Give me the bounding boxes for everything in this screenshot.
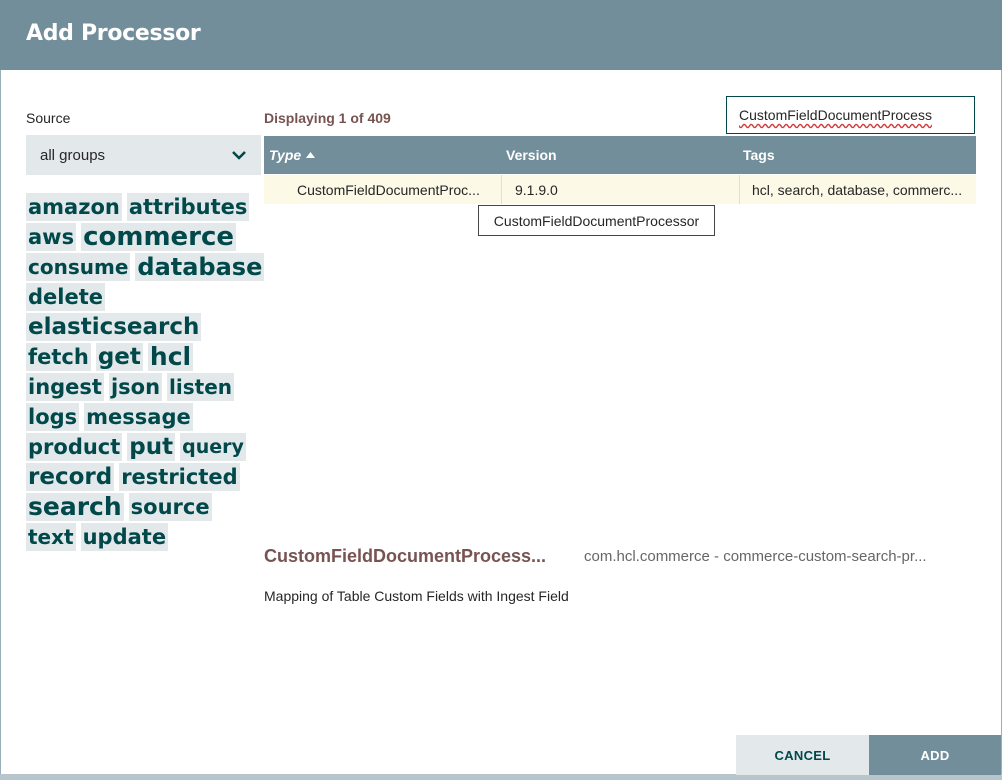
selected-processor-name: CustomFieldDocumentProcess... xyxy=(264,546,547,566)
processor-filter-input[interactable]: CustomFieldDocumentProcess xyxy=(726,96,975,134)
tag-ingest[interactable]: ingest xyxy=(26,373,104,401)
row-tags-cell: hcl, search, database, commerc... xyxy=(752,181,963,198)
column-header-version[interactable]: Version xyxy=(506,136,557,174)
tag-database[interactable]: database xyxy=(135,253,265,281)
column-header-tags[interactable]: Tags xyxy=(743,136,775,174)
tag-restricted[interactable]: restricted xyxy=(119,463,240,491)
tag-search[interactable]: search xyxy=(26,493,124,521)
tag-fetch[interactable]: fetch xyxy=(26,343,91,371)
tag-query[interactable]: query xyxy=(180,433,246,461)
tag-commerce[interactable]: commerce xyxy=(81,223,237,251)
processor-table-header: Type Version Tags xyxy=(264,136,976,174)
tag-aws[interactable]: aws xyxy=(26,223,77,251)
column-divider xyxy=(739,175,740,204)
source-label: Source xyxy=(26,110,71,126)
row-type-cell: CustomFieldDocumentProc... xyxy=(297,181,480,198)
dialog-border-left xyxy=(0,70,1,780)
source-group-select[interactable]: all groups xyxy=(26,135,261,175)
column-type-label: Type xyxy=(269,147,302,163)
selected-processor-description: Mapping of Table Custom Fields with Inge… xyxy=(264,588,569,604)
type-tooltip: CustomFieldDocumentProcessor xyxy=(478,205,715,236)
tag-elasticsearch[interactable]: elasticsearch xyxy=(26,313,202,341)
tag-update[interactable]: update xyxy=(80,523,169,551)
tag-text[interactable]: text xyxy=(26,523,76,551)
table-row[interactable]: CustomFieldDocumentProc... 9.1.9.0 hcl, … xyxy=(264,175,976,204)
tag-attributes[interactable]: attributes xyxy=(126,193,250,221)
tag-product[interactable]: product xyxy=(26,433,123,461)
cancel-button[interactable]: CANCEL xyxy=(736,735,869,775)
tag-source[interactable]: source xyxy=(128,493,212,521)
column-header-type[interactable]: Type xyxy=(269,136,316,174)
tag-cloud: amazon attributes aws commerce consume databa… xyxy=(26,193,266,551)
add-button[interactable]: ADD xyxy=(869,735,1001,775)
tag-amazon[interactable]: amazon xyxy=(26,193,122,221)
selected-processor-bundle: com.hcl.commerce - commerce-custom-searc… xyxy=(584,548,927,565)
tag-get[interactable]: get xyxy=(95,343,143,371)
dialog-header: Add Processor xyxy=(0,0,1002,70)
tag-message[interactable]: message xyxy=(84,403,193,431)
tag-json[interactable]: json xyxy=(108,373,163,401)
tag-listen[interactable]: listen xyxy=(167,373,235,401)
sort-ascending-icon xyxy=(306,152,316,158)
tag-logs[interactable]: logs xyxy=(26,403,80,431)
tag-delete[interactable]: delete xyxy=(26,283,105,311)
tag-hcl[interactable]: hcl xyxy=(147,343,194,371)
row-version-cell: 9.1.9.0 xyxy=(515,181,558,198)
filter-value: CustomFieldDocumentProcess xyxy=(739,107,932,123)
displaying-count: Displaying 1 of 409 xyxy=(264,110,391,126)
dialog-title: Add Processor xyxy=(26,21,201,46)
source-group-value: all groups xyxy=(40,146,106,164)
tag-consume[interactable]: consume xyxy=(26,253,131,281)
tag-record[interactable]: record xyxy=(26,463,115,491)
tag-put[interactable]: put xyxy=(127,433,176,461)
column-divider xyxy=(501,175,502,204)
chevron-down-icon xyxy=(232,151,246,160)
